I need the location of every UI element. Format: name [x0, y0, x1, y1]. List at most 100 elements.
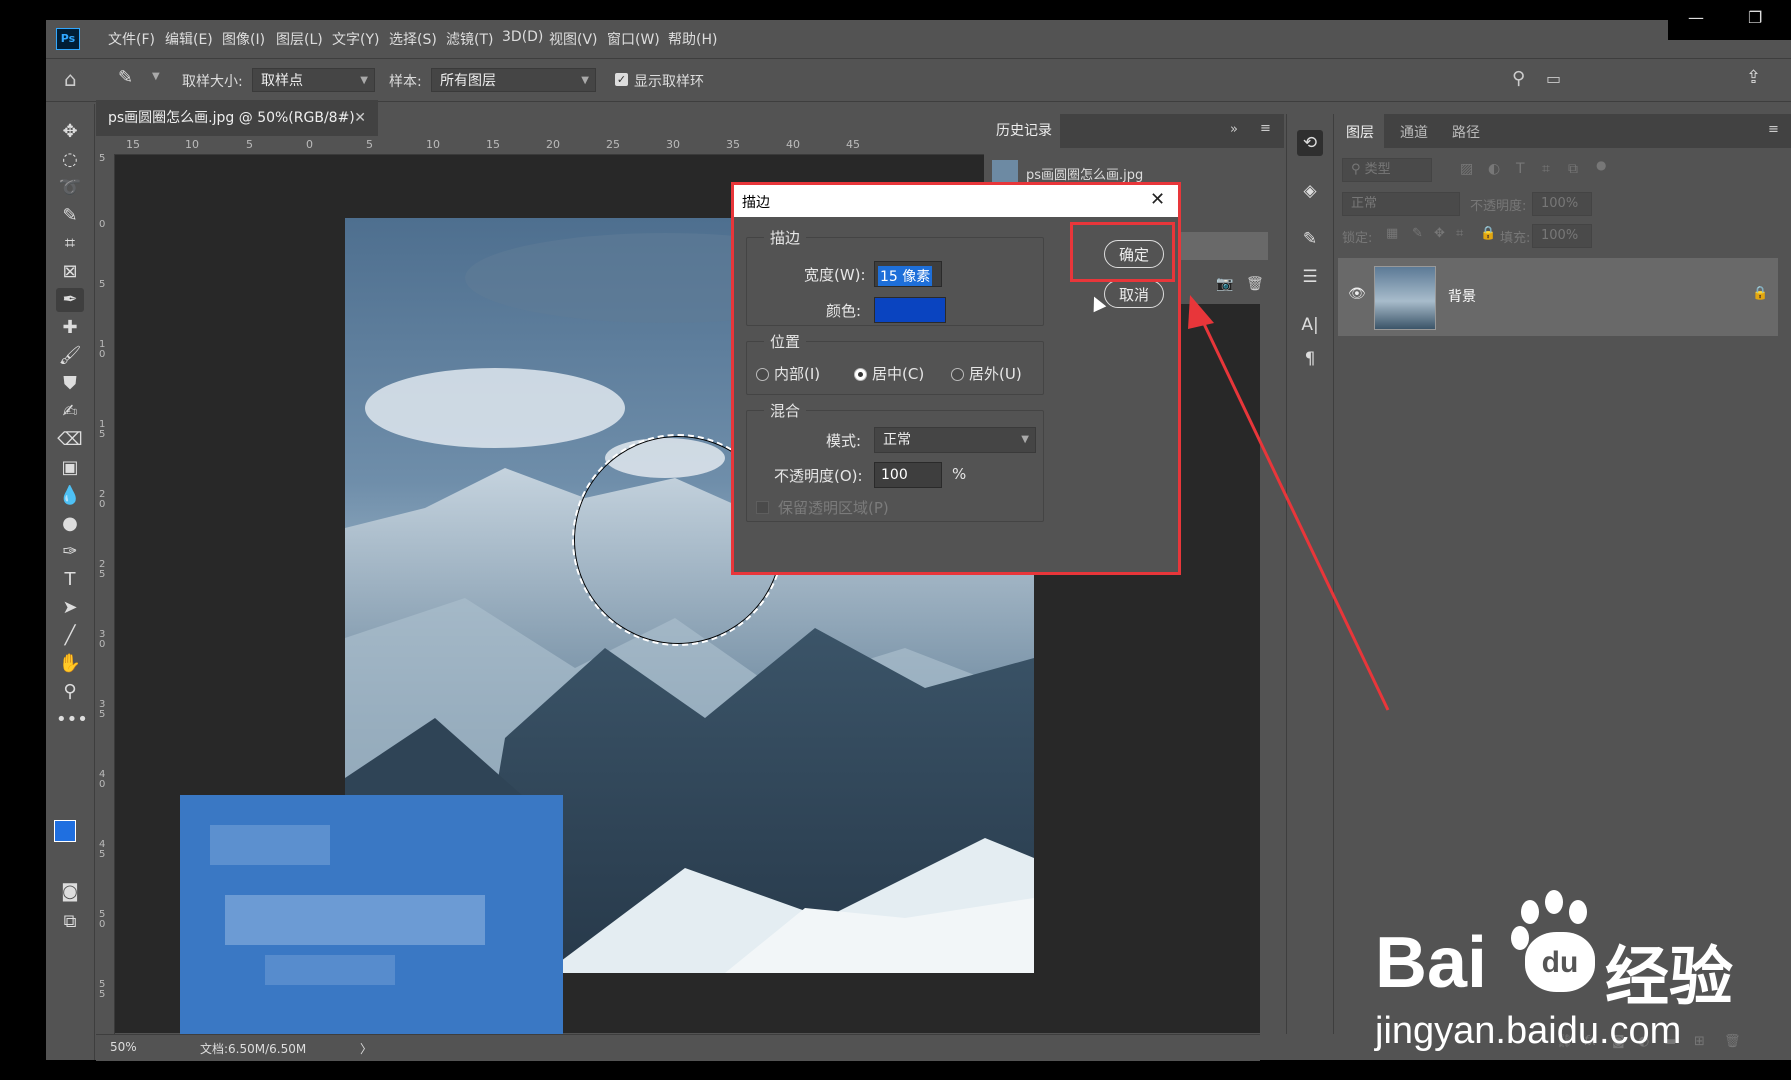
menu-view[interactable]: 视图(V)	[549, 29, 598, 49]
menu-edit[interactable]: 编辑(E)	[165, 29, 213, 49]
brush-tool-icon[interactable]: 🖌	[56, 344, 84, 368]
menu-window[interactable]: 窗口(W)	[607, 29, 660, 49]
tab-paths[interactable]: 路径	[1452, 122, 1480, 142]
adjustments-icon[interactable]: ☰	[1297, 264, 1323, 290]
filter-toggle-icon[interactable]: ●	[1596, 158, 1606, 172]
zoom-level[interactable]: 50%	[110, 1040, 137, 1054]
pen-tool-icon[interactable]: ✑	[56, 540, 84, 564]
more-tools-icon[interactable]: •••	[56, 708, 88, 732]
path-select-tool-icon[interactable]: ➤	[56, 596, 84, 620]
close-icon[interactable]: ✕	[1150, 189, 1165, 210]
menu-image[interactable]: 图像(I)	[222, 29, 265, 49]
quick-select-tool-icon[interactable]: ✎	[56, 204, 84, 228]
sample-select[interactable]: 所有图层 ▼	[431, 68, 596, 92]
width-input[interactable]: 15 像素	[874, 261, 942, 287]
tab-history[interactable]: 历史记录	[984, 114, 1060, 148]
home-icon[interactable]: ⌂	[64, 67, 77, 91]
hand-tool-icon[interactable]: ✋	[56, 652, 84, 676]
fill-field[interactable]: 100%	[1532, 224, 1592, 248]
chevron-right-icon[interactable]: 〉	[360, 1040, 372, 1057]
brush-settings-icon[interactable]: ✎	[1297, 226, 1323, 252]
filter-pixel-icon[interactable]: ▨	[1460, 161, 1473, 177]
menu-type[interactable]: 文字(Y)	[332, 29, 379, 49]
trash-icon[interactable]: 🗑	[1246, 276, 1264, 292]
history-brush-icon[interactable]: ✍	[56, 400, 84, 424]
minimize-icon[interactable]: —	[1688, 8, 1704, 27]
watermark-du: du	[1525, 932, 1595, 992]
eyedropper-tool-icon[interactable]: ✒	[56, 288, 84, 312]
healing-tool-icon[interactable]: ✚	[56, 316, 84, 340]
show-ring-checkbox[interactable]: ✓	[615, 73, 628, 86]
collapse-icon[interactable]: »	[1230, 122, 1238, 137]
dodge-tool-icon[interactable]: ●	[56, 512, 84, 536]
eraser-tool-icon[interactable]: ⌫	[56, 428, 84, 452]
lock-artboard-icon[interactable]: ⌗	[1456, 226, 1463, 241]
history-panel-icon[interactable]: ⟲	[1297, 130, 1323, 156]
lock-all-icon[interactable]: 🔒	[1480, 226, 1496, 241]
eyedropper-icon[interactable]: ✎	[118, 67, 133, 88]
tab-channels[interactable]: 通道	[1400, 122, 1428, 142]
history-item[interactable]: ps画圆圈怎么画.jpg	[1026, 164, 1143, 183]
radio-center-label[interactable]: 居中(C)	[872, 363, 924, 384]
lasso-tool-icon[interactable]: ➰	[56, 176, 84, 200]
screen-mode-icon[interactable]: ⧉	[56, 910, 84, 934]
lock-move-icon[interactable]: ✥	[1434, 226, 1445, 241]
restore-icon[interactable]: ❐	[1748, 8, 1762, 27]
zoom-tool-icon[interactable]: ⚲	[56, 680, 84, 704]
layer-name[interactable]: 背景	[1448, 286, 1476, 306]
radio-inside-label[interactable]: 内部(I)	[774, 363, 820, 384]
cancel-button[interactable]: 取消	[1104, 280, 1164, 308]
foreground-color-swatch[interactable]	[54, 820, 76, 842]
filter-type-icon[interactable]: T	[1516, 161, 1525, 177]
panel-menu-icon[interactable]: ≡	[1768, 122, 1779, 137]
watermark-product: 经验	[1605, 941, 1733, 1013]
camera-icon[interactable]: 📷	[1216, 276, 1233, 292]
quick-mask-icon[interactable]: ◙	[56, 880, 84, 904]
gradient-tool-icon[interactable]: ▣	[56, 456, 84, 480]
opacity-input[interactable]: 100	[874, 462, 942, 488]
menu-help[interactable]: 帮助(H)	[668, 29, 717, 49]
filter-adjust-icon[interactable]: ◐	[1488, 161, 1500, 177]
crop-tool-icon[interactable]: ⌗	[56, 232, 84, 256]
share-icon[interactable]: ⇪	[1746, 67, 1761, 88]
tab-layers[interactable]: 图层	[1346, 122, 1374, 142]
frame-tool-icon[interactable]: ⊠	[56, 260, 84, 284]
panel-menu-icon[interactable]: ≡	[1260, 121, 1271, 136]
preserve-transparency-checkbox[interactable]	[756, 501, 769, 514]
blurred-overlay	[180, 795, 563, 1034]
radio-center[interactable]	[854, 368, 867, 381]
document-tab[interactable]: ps画圆圈怎么画.jpg @ 50%(RGB/8#) ✕	[96, 100, 378, 136]
chevron-down-icon[interactable]: ▼	[152, 71, 160, 82]
lock-brush-icon[interactable]: ✎	[1412, 226, 1423, 241]
menu-select[interactable]: 选择(S)	[389, 29, 437, 49]
layer-filter-select[interactable]: ⚲ 类型	[1342, 158, 1432, 182]
radio-inside[interactable]	[756, 368, 769, 381]
stamp-tool-icon[interactable]: ⛊	[56, 372, 84, 396]
menu-bar: Ps 文件(F) 编辑(E) 图像(I) 图层(L) 文字(Y) 选择(S) 滤…	[46, 20, 1791, 56]
filter-shape-icon[interactable]: ⌗	[1542, 161, 1550, 177]
radio-outside-label[interactable]: 居外(U)	[969, 363, 1022, 384]
layer-row[interactable]: 👁 背景 🔒	[1338, 258, 1778, 336]
mode-select[interactable]: 正常 ▼	[874, 427, 1036, 453]
move-tool-icon[interactable]: ✥	[56, 120, 84, 144]
blend-group-title: 混合	[764, 400, 807, 421]
close-icon[interactable]: ✕	[354, 100, 366, 136]
blend-mode-select[interactable]: 正常	[1342, 192, 1460, 216]
sample-size-select[interactable]: 取样点 ▼	[252, 68, 375, 92]
search-icon[interactable]: ⚲	[1512, 68, 1525, 89]
menu-filter[interactable]: 滤镜(T)	[446, 29, 493, 49]
opacity-field[interactable]: 100%	[1532, 192, 1592, 216]
blur-tool-icon[interactable]: 💧	[56, 484, 84, 508]
3d-panel-icon[interactable]: ◈	[1297, 178, 1323, 204]
marquee-tool-icon[interactable]: ◌	[56, 148, 84, 172]
type-tool-icon[interactable]: T	[56, 568, 84, 592]
workspace-icon[interactable]: ▭	[1546, 69, 1561, 88]
color-swatch[interactable]	[874, 297, 946, 323]
menu-3d[interactable]: 3D(D)	[502, 29, 543, 45]
menu-layer[interactable]: 图层(L)	[276, 29, 323, 49]
lock-transparent-icon[interactable]: ▦	[1386, 226, 1398, 241]
menu-file[interactable]: 文件(F)	[108, 29, 155, 49]
filter-smart-icon[interactable]: ⧉	[1568, 161, 1578, 177]
line-tool-icon[interactable]: ╱	[56, 624, 84, 648]
radio-outside[interactable]	[951, 368, 964, 381]
